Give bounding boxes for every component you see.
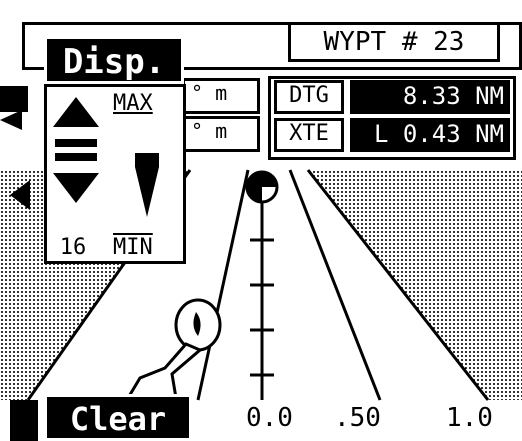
sensitivity-level: 16 xyxy=(59,235,87,260)
destination-icon xyxy=(245,170,279,204)
unit-row2: ° m xyxy=(182,116,260,152)
xte-label: XTE xyxy=(274,118,344,152)
min-label: MIN xyxy=(113,235,153,260)
unit-row1: ° m xyxy=(182,78,260,114)
arrow-down-icon[interactable] xyxy=(53,173,99,203)
dtg-label: DTG xyxy=(274,80,344,114)
disp-button[interactable]: Disp. xyxy=(44,36,184,84)
clear-button[interactable]: Clear xyxy=(44,394,192,441)
scale-label-one: 1.0 xyxy=(446,403,493,433)
plotter-screen: WYPT # 23 ° m ° m DTG 8.33 NM XTE L 0.43… xyxy=(0,0,522,441)
scale-label-zero: 0.0 xyxy=(246,403,293,433)
waypoint-title: WYPT # 23 xyxy=(288,22,500,62)
sensitivity-panel: MAX MIN 16 xyxy=(44,84,186,264)
xte-value: L 0.43 NM xyxy=(350,118,510,152)
dtg-value: 8.33 NM xyxy=(350,80,510,114)
equals-icon xyxy=(55,139,97,147)
scale-label-half: .50 xyxy=(334,403,381,433)
arrow-up-icon[interactable] xyxy=(53,97,99,127)
max-label: MAX xyxy=(113,91,153,116)
level-wedge-icon xyxy=(135,153,159,217)
